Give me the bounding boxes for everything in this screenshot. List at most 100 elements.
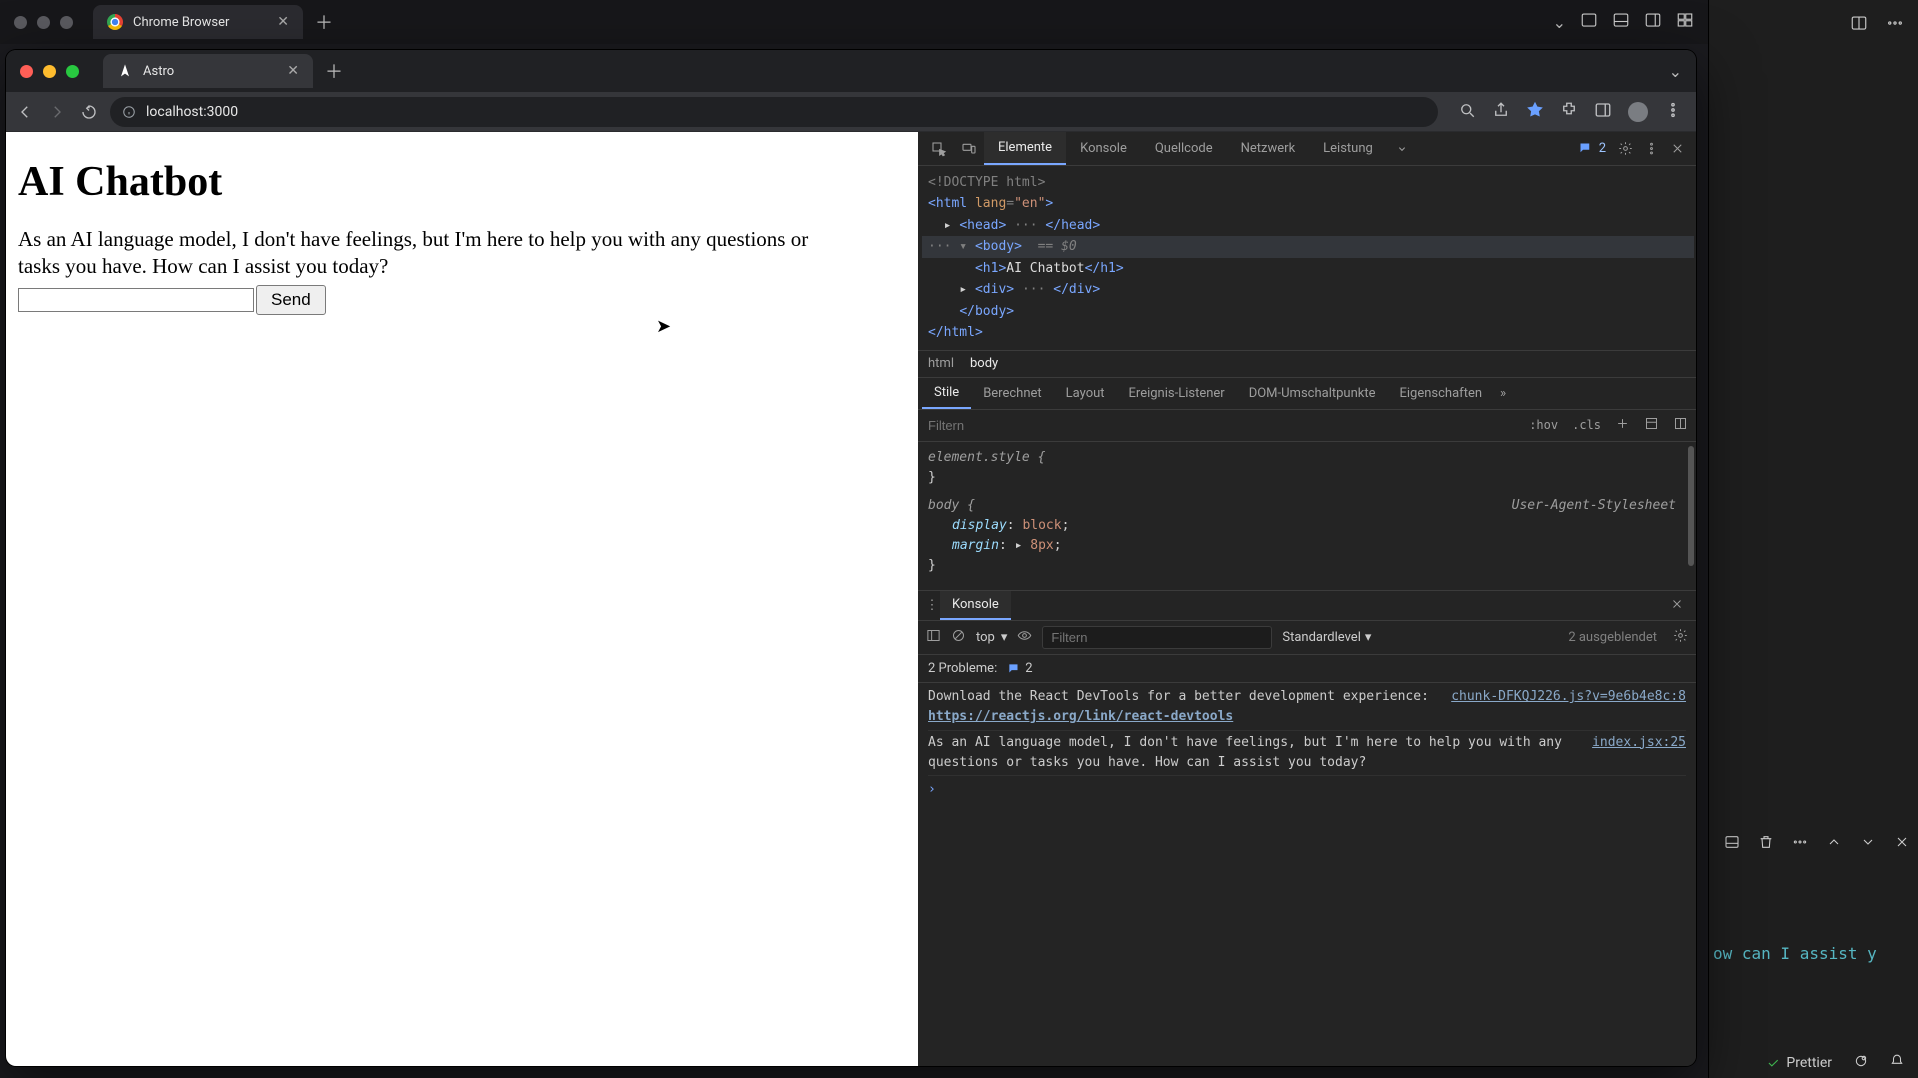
outer-close-dot[interactable] xyxy=(14,16,27,29)
cls-toggle[interactable]: .cls xyxy=(1572,418,1601,432)
devtools-close-icon[interactable] xyxy=(1664,141,1690,156)
editor-chevron-down-icon[interactable] xyxy=(1860,834,1876,854)
outer-window-tabbar: Chrome Browser ✕ ＋ ⌄ xyxy=(0,0,1708,44)
editor-trash-icon[interactable] xyxy=(1758,834,1774,854)
hov-toggle[interactable]: :hov xyxy=(1529,418,1558,432)
drawer-tab-console[interactable]: Konsole xyxy=(940,591,1011,620)
crumb-body[interactable]: body xyxy=(970,356,998,371)
outer-tabs-chevron-icon[interactable]: ⌄ xyxy=(1553,13,1566,32)
window-close-dot[interactable] xyxy=(20,65,33,78)
send-button[interactable]: Send xyxy=(256,285,326,315)
tab-sources[interactable]: Quellcode xyxy=(1141,132,1227,165)
subtab-listeners[interactable]: Ereignis-Listener xyxy=(1117,378,1237,409)
editor-split-icon[interactable] xyxy=(1850,14,1868,36)
subtab-properties[interactable]: Eigenschaften xyxy=(1388,378,1495,409)
dom-tree[interactable]: <!DOCTYPE html> <html lang="en"> ▸ <head… xyxy=(918,166,1696,350)
editor-close-icon[interactable] xyxy=(1894,834,1910,854)
tabs-overflow-icon[interactable] xyxy=(1387,141,1417,157)
chrome-toolbar: localhost:3000 xyxy=(6,92,1696,132)
log-source-link[interactable]: chunk-DFKQJ226.js?v=9e6b4e8c:8 xyxy=(1451,687,1686,707)
tab-elements[interactable]: Elemente xyxy=(984,132,1066,165)
sidepanel-icon[interactable] xyxy=(1594,101,1612,123)
devtools-kebab-icon[interactable] xyxy=(1638,141,1664,156)
traffic-lights xyxy=(6,65,93,78)
console-filter-input[interactable] xyxy=(1042,626,1272,649)
new-style-rule-icon[interactable] xyxy=(1615,416,1630,435)
window-min-dot[interactable] xyxy=(43,65,56,78)
issues-indicator[interactable]: 2 xyxy=(1578,141,1606,156)
drawer-close-icon[interactable] xyxy=(1670,597,1684,615)
log-source-link[interactable]: index.jsx:25 xyxy=(1592,733,1686,753)
layout-icon-4[interactable] xyxy=(1676,11,1694,33)
device-toolbar-icon[interactable] xyxy=(954,141,984,157)
url-text: localhost:3000 xyxy=(146,104,238,120)
chrome-tabbar: Astro ✕ ＋ ⌄ xyxy=(6,50,1696,92)
console-log[interactable]: chunk-DFKQJ226.js?v=9e6b4e8c:8 Download … xyxy=(918,683,1696,1066)
subtabs-overflow-icon[interactable]: » xyxy=(1500,386,1506,401)
outer-max-dot[interactable] xyxy=(60,16,73,29)
console-sidebar-icon[interactable] xyxy=(926,628,941,647)
crumb-html[interactable]: html xyxy=(928,356,954,371)
styles-panel-icon[interactable] xyxy=(1644,416,1659,435)
subtab-dom-breakpoints[interactable]: DOM-Umschaltpunkte xyxy=(1237,378,1388,409)
chat-input[interactable] xyxy=(18,288,254,312)
scrollbar-thumb[interactable] xyxy=(1688,446,1694,566)
nav-reload-button[interactable] xyxy=(78,101,100,123)
devtools-settings-icon[interactable] xyxy=(1612,141,1638,156)
nav-forward-button[interactable] xyxy=(46,101,68,123)
outer-tab-close-icon[interactable]: ✕ xyxy=(277,14,289,30)
extensions-icon[interactable] xyxy=(1560,101,1578,123)
console-level-select[interactable]: Standardlevel▾ xyxy=(1282,630,1371,645)
site-info-icon[interactable] xyxy=(122,105,136,119)
console-prompt[interactable]: › xyxy=(928,776,1686,804)
subtab-styles[interactable]: Stile xyxy=(922,378,971,409)
subtab-computed[interactable]: Berechnet xyxy=(971,378,1053,409)
tab-network[interactable]: Netzwerk xyxy=(1227,132,1310,165)
prettier-status[interactable]: Prettier xyxy=(1766,1055,1832,1071)
window-max-dot[interactable] xyxy=(66,65,79,78)
console-live-expression-icon[interactable] xyxy=(1017,628,1032,647)
zoom-icon[interactable] xyxy=(1458,101,1476,123)
console-problems-bar[interactable]: 2 Probleme: 2 xyxy=(918,655,1696,683)
profile-avatar[interactable] xyxy=(1628,102,1648,122)
layout-icon-1[interactable] xyxy=(1580,11,1598,33)
chat-form: Send xyxy=(18,285,906,315)
styles-rules[interactable]: element.style { } User-Agent-Stylesheet … xyxy=(918,442,1696,591)
tabs-chevron-icon[interactable]: ⌄ xyxy=(1669,62,1682,81)
console-settings-icon[interactable] xyxy=(1673,628,1688,647)
kebab-menu-icon[interactable] xyxy=(1664,101,1682,123)
new-tab-button[interactable]: ＋ xyxy=(325,58,343,84)
outer-tab-chrome[interactable]: Chrome Browser ✕ xyxy=(93,5,303,39)
tab-close-icon[interactable]: ✕ xyxy=(287,63,299,79)
share-icon[interactable] xyxy=(1492,101,1510,123)
layout-icon-3[interactable] xyxy=(1644,11,1662,33)
tab-console[interactable]: Konsole xyxy=(1066,132,1141,165)
feedback-icon[interactable] xyxy=(1854,1054,1868,1072)
layout-icon-2[interactable] xyxy=(1612,11,1630,33)
styles-filter-input[interactable] xyxy=(926,417,1515,434)
editor-panel-icon[interactable] xyxy=(1724,834,1740,854)
inspect-element-icon[interactable] xyxy=(924,141,954,157)
nav-back-button[interactable] xyxy=(14,101,36,123)
styles-computed-toggle-icon[interactable] xyxy=(1673,416,1688,435)
console-hidden-count[interactable]: 2 ausgeblendet xyxy=(1568,630,1657,645)
outer-min-dot[interactable] xyxy=(37,16,50,29)
editor-ellipsis-icon[interactable] xyxy=(1792,834,1808,854)
editor-chevron-up-icon[interactable] xyxy=(1826,834,1842,854)
problems-count: 2 xyxy=(1025,661,1032,676)
subtab-layout[interactable]: Layout xyxy=(1054,378,1117,409)
outer-new-tab-button[interactable]: ＋ xyxy=(315,9,333,35)
react-devtools-link[interactable]: https://reactjs.org/link/react-devtools xyxy=(928,709,1233,724)
tab-performance[interactable]: Leistung xyxy=(1309,132,1387,165)
browser-tab[interactable]: Astro ✕ xyxy=(103,54,313,88)
bookmark-star-icon[interactable] xyxy=(1526,101,1544,123)
log-text: As an AI language model, I don't have fe… xyxy=(928,735,1562,770)
console-context-select[interactable]: top ▾ xyxy=(976,630,1007,645)
bell-icon[interactable] xyxy=(1890,1054,1904,1072)
console-clear-icon[interactable] xyxy=(951,628,966,647)
editor-more-icon[interactable] xyxy=(1886,14,1904,36)
address-bar[interactable]: localhost:3000 xyxy=(110,97,1438,127)
drawer-handle-icon[interactable]: ⋮ xyxy=(924,598,940,613)
mouse-cursor-icon: ➤ xyxy=(656,316,671,337)
dom-breadcrumbs[interactable]: html body xyxy=(918,350,1696,378)
